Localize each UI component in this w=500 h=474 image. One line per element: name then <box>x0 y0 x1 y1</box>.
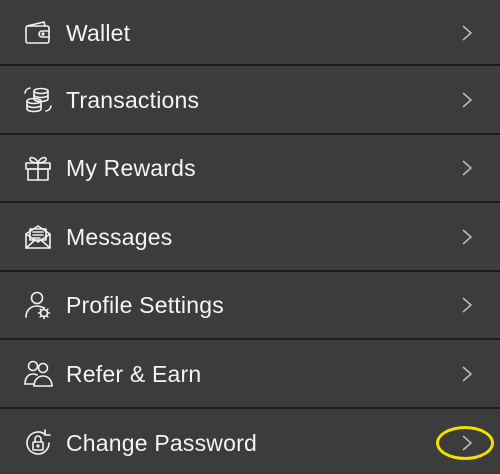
menu-item-label: Wallet <box>66 19 131 46</box>
menu-item-label: Change Password <box>66 429 257 456</box>
divider <box>0 407 500 409</box>
chevron-right-icon <box>460 295 474 315</box>
menu-item-refer-earn[interactable]: Refer & Earn <box>0 341 500 407</box>
menu-item-change-password[interactable]: Change Password <box>0 410 500 474</box>
menu-item-label: Profile Settings <box>66 291 224 318</box>
menu-item-my-rewards[interactable]: My Rewards <box>0 135 500 201</box>
chevron-right-icon <box>460 364 474 384</box>
divider <box>0 338 500 340</box>
menu-item-profile-settings[interactable]: Profile Settings <box>0 272 500 338</box>
divider <box>0 201 500 203</box>
users-icon <box>22 358 54 390</box>
chevron-right-icon <box>460 23 474 43</box>
envelope-icon <box>22 221 54 253</box>
menu-item-transactions[interactable]: Transactions <box>0 67 500 133</box>
chevron-right-icon <box>460 90 474 110</box>
gift-icon <box>22 152 54 184</box>
chevron-right-icon <box>460 433 474 453</box>
menu-item-label: Transactions <box>66 86 200 113</box>
chevron-right-icon <box>460 227 474 247</box>
wallet-icon <box>22 17 54 49</box>
settings-menu: Wallet Transactions My Rewards Messages … <box>0 0 500 474</box>
user-gear-icon <box>22 289 54 321</box>
coins-icon <box>22 84 54 116</box>
menu-item-messages[interactable]: Messages <box>0 204 500 270</box>
divider <box>0 64 500 66</box>
lock-refresh-icon <box>22 427 54 459</box>
menu-item-label: Messages <box>66 223 173 250</box>
menu-item-label: My Rewards <box>66 154 196 181</box>
menu-item-wallet[interactable]: Wallet <box>0 0 500 66</box>
chevron-right-icon <box>460 158 474 178</box>
menu-item-label: Refer & Earn <box>66 360 202 387</box>
